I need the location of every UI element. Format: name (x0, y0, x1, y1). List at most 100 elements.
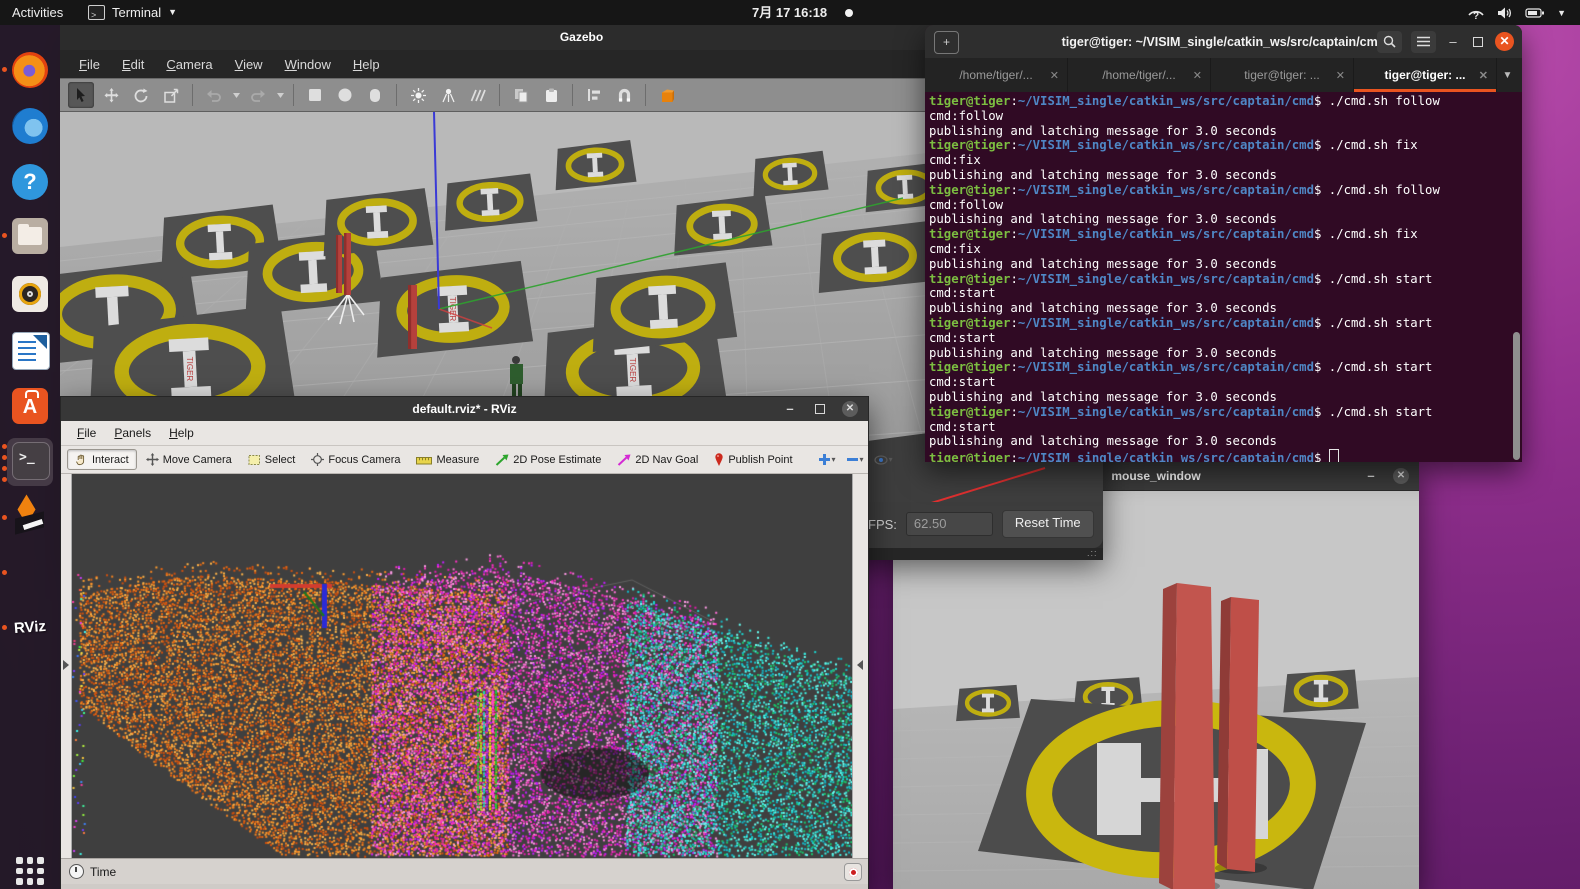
search-icon (1383, 35, 1396, 48)
rviz-menu-help[interactable]: Help (161, 424, 202, 442)
spot-light[interactable] (435, 82, 461, 108)
point-light[interactable] (405, 82, 431, 108)
dock-item-thunderbird[interactable] (0, 108, 60, 156)
caret-down-icon: ▼ (168, 0, 177, 25)
collapse-left-icon[interactable] (63, 660, 69, 670)
tab-close-icon[interactable]: ✕ (1479, 69, 1488, 82)
maximize-button[interactable] (812, 401, 828, 417)
tab-1[interactable]: /home/tiger/...✕ (925, 58, 1068, 92)
tool-focus-camera[interactable]: Focus Camera (304, 450, 407, 469)
caret-down-icon: ▾ (832, 455, 836, 464)
tool-2d-pose-estimate[interactable]: 2D Pose Estimate (488, 451, 608, 469)
tab-list-dropdown[interactable]: ▼ (1493, 58, 1522, 92)
activities-button[interactable]: Activities (2, 0, 73, 25)
left-panel-collapse-strip[interactable] (61, 474, 72, 858)
gazebo-menu-file[interactable]: File (70, 54, 109, 75)
paste-button[interactable] (538, 82, 564, 108)
help-icon: ? (12, 164, 48, 200)
show-applications-button[interactable] (0, 847, 60, 889)
tab-4-active[interactable]: tiger@tiger: ...✕ (1354, 58, 1497, 92)
dock-item-rhythmbox[interactable] (0, 276, 60, 324)
terminal-headerbar[interactable]: + tiger@tiger: ~/VISIM_single/catkin_ws/… (925, 25, 1522, 58)
reset-time-button[interactable]: Reset Time (1002, 510, 1094, 538)
gazebo-menu-camera[interactable]: Camera (157, 54, 221, 75)
running-indicator-dot (2, 625, 7, 630)
gazebo-menu-help[interactable]: Help (344, 54, 389, 75)
maximize-button[interactable] (1470, 34, 1486, 50)
tab-2[interactable]: /home/tiger/...✕ (1068, 58, 1211, 92)
close-icon[interactable]: ✕ (1393, 468, 1409, 484)
rviz-menu-file[interactable]: File (69, 424, 104, 442)
rotate-tool[interactable] (128, 82, 154, 108)
undo-button[interactable] (201, 82, 227, 108)
right-panel-collapse-strip[interactable] (852, 474, 868, 858)
dock-item-hidden-app[interactable] (0, 555, 60, 603)
rviz-menu-panels[interactable]: Panels (106, 424, 159, 442)
redo-button[interactable] (245, 82, 271, 108)
search-button[interactable] (1377, 31, 1402, 53)
resize-grip[interactable]: .:: (1087, 548, 1099, 558)
directional-light[interactable] (465, 82, 491, 108)
tool-label: Move Camera (163, 454, 232, 466)
minus-icon (846, 457, 859, 462)
dock-item-writer[interactable] (0, 332, 60, 380)
menu-button[interactable] (1411, 31, 1436, 53)
collapse-right-icon[interactable] (857, 660, 863, 670)
copy-button[interactable] (508, 82, 534, 108)
undo-history-caret[interactable] (231, 82, 241, 108)
select-tool[interactable] (68, 82, 94, 108)
pointcloud-render[interactable] (72, 474, 852, 858)
gazebo-menu-window[interactable]: Window (276, 54, 340, 75)
prompt-path: ~/VISIM_single/catkin_ws/src/captain/cmd (1018, 272, 1314, 286)
align-tool-icon (587, 88, 602, 102)
dock-item-gazebo[interactable] (0, 500, 60, 548)
tool-move-camera[interactable]: Move Camera (139, 450, 239, 469)
dock-item-help[interactable]: ? (0, 164, 60, 212)
dock-item-rviz[interactable]: RViz (0, 610, 60, 658)
dock-item-software[interactable]: A (0, 388, 60, 436)
clock[interactable]: 7月 17 16:18 (742, 0, 837, 25)
tab-close-icon[interactable]: ✕ (1193, 69, 1202, 82)
redo-history-caret[interactable] (275, 82, 285, 108)
scale-tool[interactable] (158, 82, 184, 108)
gazebo-menu-edit[interactable]: Edit (113, 54, 153, 75)
app-menu-label: Terminal (112, 0, 161, 25)
minimize-button[interactable]: – (1445, 34, 1461, 50)
running-indicator-dot (2, 233, 7, 238)
dock-item-terminal[interactable]: >_ (0, 442, 60, 490)
view-angle-tool[interactable] (654, 82, 680, 108)
dock-item-firefox[interactable] (0, 52, 60, 100)
add-tool-button[interactable]: ▾ (814, 451, 840, 468)
terminal-output[interactable]: tiger@tiger:~/VISIM_single/catkin_ws/src… (925, 92, 1522, 462)
time-panel-close-button[interactable] (844, 863, 862, 881)
insert-cylinder[interactable] (362, 82, 388, 108)
minimize-button[interactable]: – (782, 401, 798, 417)
close-icon[interactable]: ✕ (842, 401, 858, 417)
scrollbar-thumb[interactable] (1513, 332, 1520, 460)
translate-tool[interactable] (98, 82, 124, 108)
tool-interact[interactable]: Interact (67, 449, 137, 470)
rviz-titlebar[interactable]: default.rviz* - RViz – ✕ (61, 397, 868, 421)
terminal-line-output: cmd:follow (929, 198, 1522, 213)
insert-sphere[interactable] (332, 82, 358, 108)
tab-close-icon[interactable]: ✕ (1050, 69, 1059, 82)
dock-item-files[interactable] (0, 218, 60, 266)
terminal-line-prompt: tiger@tiger:~/VISIM_single/catkin_ws/src… (929, 138, 1522, 153)
tool-properties-button[interactable]: ▾ (870, 453, 897, 467)
fps-field[interactable]: 62.50 (906, 512, 993, 536)
tool-measure[interactable]: Measure (409, 451, 486, 469)
remove-tool-button[interactable]: ▾ (842, 453, 868, 466)
gazebo-menu-view[interactable]: View (226, 54, 272, 75)
tool-select[interactable]: Select (241, 451, 303, 469)
insert-box[interactable] (302, 82, 328, 108)
tool-publish-point[interactable]: Publish Point (707, 450, 799, 469)
system-status-area[interactable]: ? ▼ (1459, 0, 1574, 25)
align-tool[interactable] (581, 82, 607, 108)
tool-2d-nav-goal[interactable]: 2D Nav Goal (610, 451, 705, 469)
snap-tool[interactable] (611, 82, 637, 108)
app-menu-button[interactable]: Terminal ▼ (78, 0, 187, 25)
close-icon[interactable]: ✕ (1495, 32, 1514, 51)
tab-close-icon[interactable]: ✕ (1336, 69, 1345, 82)
minimize-button[interactable]: – (1363, 468, 1379, 484)
tab-3[interactable]: tiger@tiger: ...✕ (1211, 58, 1354, 92)
